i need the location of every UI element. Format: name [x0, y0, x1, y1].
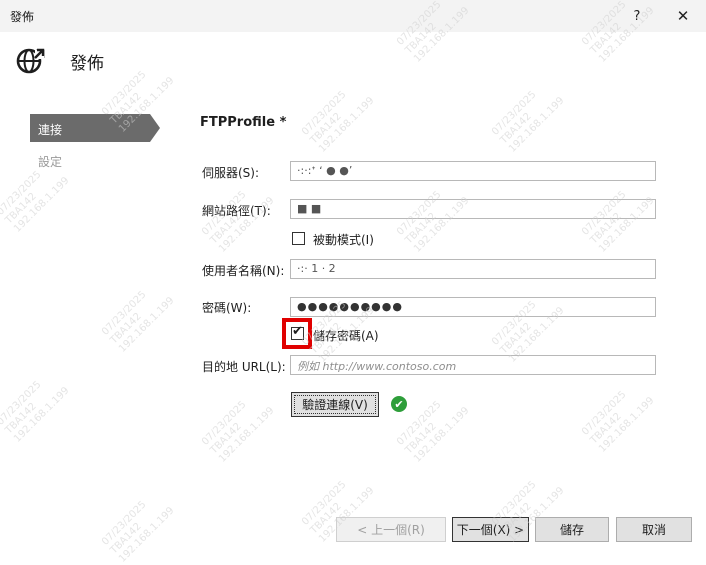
nav-item-connect-label[interactable]: 連接 — [38, 121, 62, 138]
globe-publish-icon — [16, 45, 46, 75]
watermark: 07/23/2025 TBA142 192.168.1.199 — [580, 389, 657, 455]
cancel-button[interactable]: 取消 — [616, 517, 692, 542]
passive-mode-checkbox[interactable] — [292, 232, 305, 245]
dest-url-label: 目的地 URL(L): — [202, 360, 286, 374]
save-password-checkbox[interactable]: ✔ — [291, 324, 304, 340]
password-label: 密碼(W): — [202, 301, 252, 315]
title-bar: 發佈 ? ✕ — [0, 0, 706, 32]
watermark: 07/23/2025 TBA142 192.168.1.199 — [200, 399, 277, 465]
watermark: 07/23/2025 TBA142 192.168.1.199 — [100, 289, 177, 355]
save-password-label[interactable]: 儲存密碼(A) — [313, 327, 379, 344]
server-input[interactable]: ·:·:ᐩ ʻ ● ●ʼ — [290, 161, 656, 181]
success-check-icon: ✔ — [391, 396, 407, 412]
nav-item-settings[interactable]: 設定 — [38, 153, 62, 170]
username-input[interactable]: ·:· 1 · 2 — [290, 259, 656, 279]
watermark: 07/23/2025 TBA142 192.168.1.199 — [100, 499, 177, 565]
watermark: 07/23/2025 TBA142 192.168.1.199 — [490, 89, 567, 155]
checkmark-icon: ✔ — [292, 324, 303, 339]
server-label: 伺服器(S): — [202, 166, 260, 180]
window-title: 發佈 — [10, 10, 35, 24]
dest-url-input[interactable]: 例如 http://www.contoso.com — [290, 355, 656, 375]
watermark: 07/23/2025 TBA142 192.168.1.199 — [0, 379, 72, 445]
next-button[interactable]: 下一個(X) > — [452, 517, 529, 542]
site-path-input[interactable]: ■ ■ — [290, 199, 656, 219]
validate-connection-button[interactable]: 驗證連線(V) — [291, 392, 379, 417]
close-button[interactable]: ✕ — [666, 4, 700, 28]
nav-selected-arrow — [150, 114, 160, 142]
site-path-label: 網站路徑(T): — [202, 204, 271, 218]
watermark: 07/23/2025 TBA142 192.168.1.199 — [395, 399, 472, 465]
passive-mode-label[interactable]: 被動模式(I) — [313, 231, 374, 248]
password-input[interactable]: ●●●●●●●●●● — [290, 297, 656, 317]
profile-name: FTPProfile * — [200, 115, 287, 130]
watermark: 07/23/2025 TBA142 192.168.1.199 — [300, 89, 377, 155]
page-title: 發佈 — [70, 54, 104, 74]
help-button[interactable]: ? — [620, 4, 654, 28]
previous-button[interactable]: < 上一個(R) — [336, 517, 446, 542]
save-button[interactable]: 儲存 — [535, 517, 609, 542]
username-label: 使用者名稱(N): — [202, 264, 285, 278]
